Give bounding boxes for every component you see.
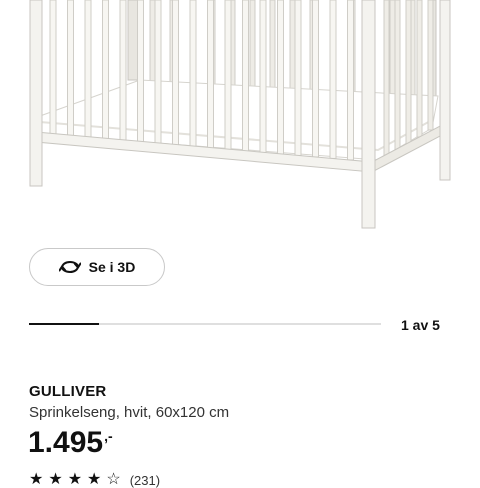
crib-front-slat — [259, 0, 267, 154]
rotate-3d-icon — [58, 259, 81, 275]
crib-side-slat — [427, 0, 434, 131]
crib-front-slat — [224, 0, 232, 151]
crib-front-slat — [172, 0, 179, 146]
product-name: GULLIVER — [29, 383, 107, 400]
price-suffix: ,- — [104, 428, 113, 444]
crib-back-slat — [389, 0, 396, 98]
product-rating[interactable]: ★ ★ ★ ★ ☆ (231) — [29, 472, 160, 488]
crib-front-slat — [67, 0, 74, 137]
crib-front-slat — [277, 0, 284, 155]
product-image[interactable] — [0, 0, 480, 236]
rating-stars: ★ ★ ★ ★ ☆ — [29, 472, 121, 488]
crib-front-slat — [137, 0, 144, 143]
crib-front-slat — [294, 0, 302, 157]
gallery-progress-fill — [29, 323, 100, 325]
crib-side-slat — [394, 0, 401, 152]
crib-side-slat — [405, 0, 412, 145]
crib-front-slat — [119, 0, 127, 142]
crib-front-slat — [242, 0, 249, 152]
gallery-counter: 1 av 5 — [401, 317, 440, 333]
crib-side-slat — [383, 0, 390, 159]
crib-illustration — [29, 0, 451, 229]
crib-front-slat — [329, 0, 337, 159]
star-icon: ★ — [87, 471, 102, 488]
crib-back-slat — [249, 0, 256, 90]
crib-back-slat — [269, 0, 276, 92]
view-3d-button[interactable]: Se i 3D — [29, 248, 165, 286]
crib-front-slat — [154, 0, 162, 145]
product-description: Sprinkelseng, hvit, 60x120 cm — [29, 404, 230, 421]
crib-front-post-left — [29, 0, 43, 187]
star-icon: ☆ — [106, 471, 121, 488]
crib-front-slat — [49, 0, 57, 136]
gallery-progress-bar — [29, 323, 381, 325]
crib-back-post-left — [127, 0, 139, 81]
crib-front-slat — [207, 0, 214, 149]
rating-count: (231) — [129, 472, 161, 488]
view-3d-label: Se i 3D — [88, 259, 136, 275]
star-icon: ★ — [48, 471, 63, 488]
crib-side-slat — [416, 0, 423, 138]
crib-back-slat — [149, 0, 156, 85]
crib-front-slat — [189, 0, 197, 148]
crib-side-post-right — [439, 0, 451, 181]
price-amount: 1.495 — [28, 426, 104, 459]
star-icon: ★ — [67, 471, 83, 488]
crib-front-post-right — [361, 0, 376, 229]
crib-front-slat — [102, 0, 109, 140]
crib-front-slat — [312, 0, 319, 158]
price: 1.495 ,- — [28, 426, 113, 460]
crib-front-slat — [84, 0, 92, 139]
star-icon: ★ — [29, 471, 44, 488]
crib-back-slat — [289, 0, 296, 93]
crib-front-slat — [347, 0, 354, 161]
